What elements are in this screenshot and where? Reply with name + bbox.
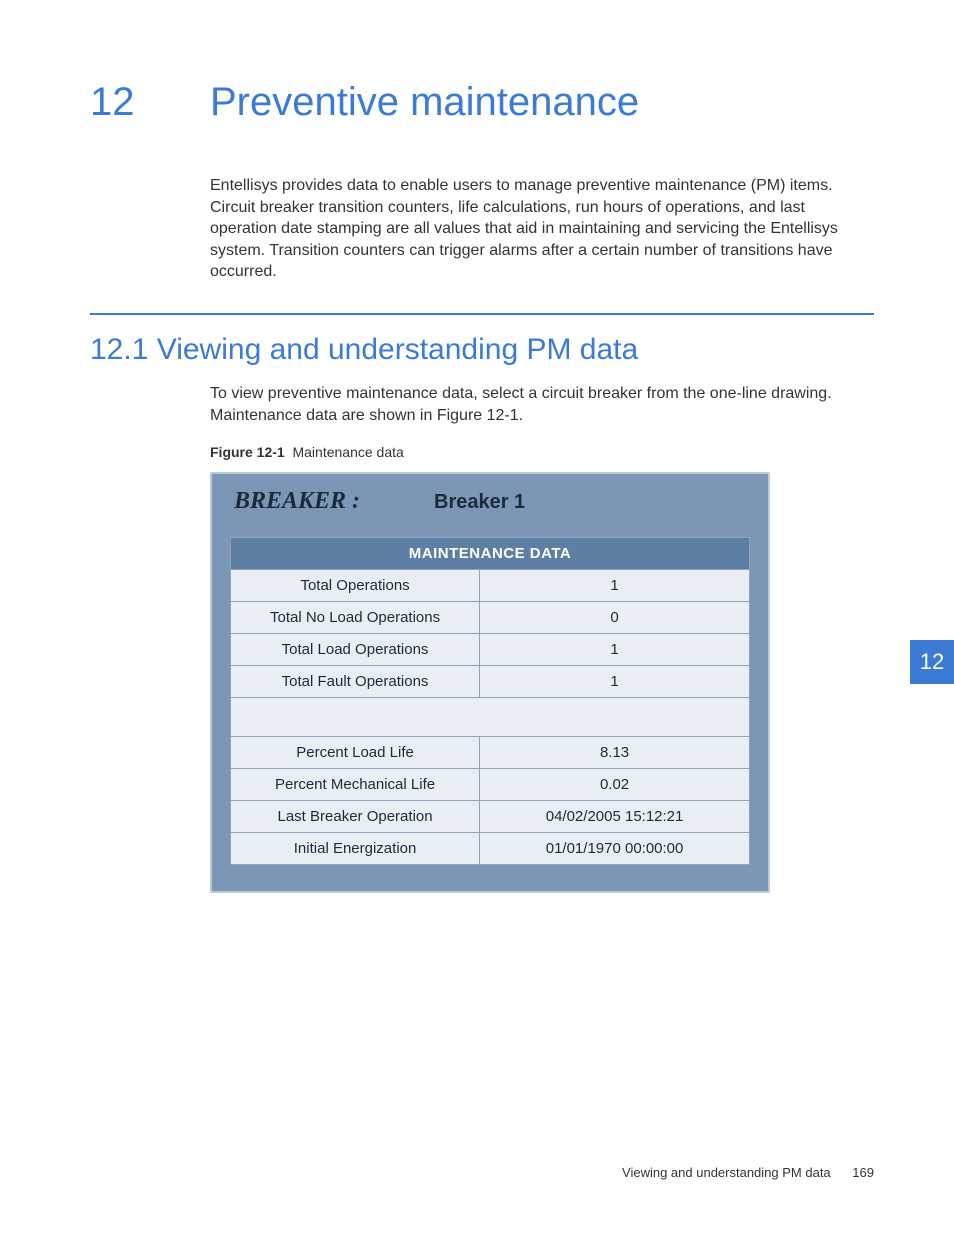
- table-row: Total Fault Operations1: [231, 666, 750, 698]
- table-row: Initial Energization01/01/1970 00:00:00: [231, 833, 750, 865]
- row-value: 04/02/2005 15:12:21: [480, 801, 750, 833]
- table-row: Total Operations1: [231, 570, 750, 602]
- footer-section-name: Viewing and understanding PM data: [622, 1165, 831, 1180]
- chapter-number: 12: [90, 80, 210, 125]
- row-label: Percent Load Life: [231, 737, 480, 769]
- table-row: Total Load Operations1: [231, 634, 750, 666]
- maintenance-panel: BREAKER : Breaker 1 MAINTENANCE DATA Tot…: [210, 472, 770, 893]
- intro-paragraph: Entellisys provides data to enable users…: [210, 175, 874, 283]
- row-label: Last Breaker Operation: [231, 801, 480, 833]
- row-label: Initial Energization: [231, 833, 480, 865]
- figure-caption: Figure 12-1 Maintenance data: [210, 444, 874, 460]
- breaker-name: Breaker 1: [434, 491, 525, 514]
- section-heading: 12.1 Viewing and understanding PM data: [90, 333, 874, 367]
- row-label: Total No Load Operations: [231, 602, 480, 634]
- row-value: 1: [480, 570, 750, 602]
- table-row: Last Breaker Operation04/02/2005 15:12:2…: [231, 801, 750, 833]
- row-value: 1: [480, 666, 750, 698]
- page-footer: Viewing and understanding PM data 169: [622, 1165, 874, 1180]
- table-row: Percent Mechanical Life0.02: [231, 769, 750, 801]
- section-divider: [90, 313, 874, 315]
- row-value: 8.13: [480, 737, 750, 769]
- section-title-text: Viewing and understanding PM data: [157, 333, 638, 366]
- figure-label: Figure 12-1: [210, 444, 285, 460]
- row-value: 0.02: [480, 769, 750, 801]
- breaker-label: BREAKER :: [234, 488, 434, 515]
- chapter-title: Preventive maintenance: [210, 80, 639, 125]
- section-body: To view preventive maintenance data, sel…: [210, 383, 874, 426]
- chapter-side-tab: 12: [910, 640, 954, 684]
- row-value: 0: [480, 602, 750, 634]
- maintenance-table: MAINTENANCE DATA Total Operations1 Total…: [230, 537, 750, 865]
- table-header: MAINTENANCE DATA: [231, 538, 750, 570]
- row-value: 1: [480, 634, 750, 666]
- footer-page-number: 169: [852, 1165, 874, 1180]
- figure-caption-text: Maintenance data: [292, 444, 403, 460]
- row-label: Total Load Operations: [231, 634, 480, 666]
- row-label: Percent Mechanical Life: [231, 769, 480, 801]
- row-label: Total Operations: [231, 570, 480, 602]
- table-row: Total No Load Operations0: [231, 602, 750, 634]
- table-row: Percent Load Life8.13: [231, 737, 750, 769]
- row-value: 01/01/1970 00:00:00: [480, 833, 750, 865]
- section-number: 12.1: [90, 333, 148, 366]
- row-label: Total Fault Operations: [231, 666, 480, 698]
